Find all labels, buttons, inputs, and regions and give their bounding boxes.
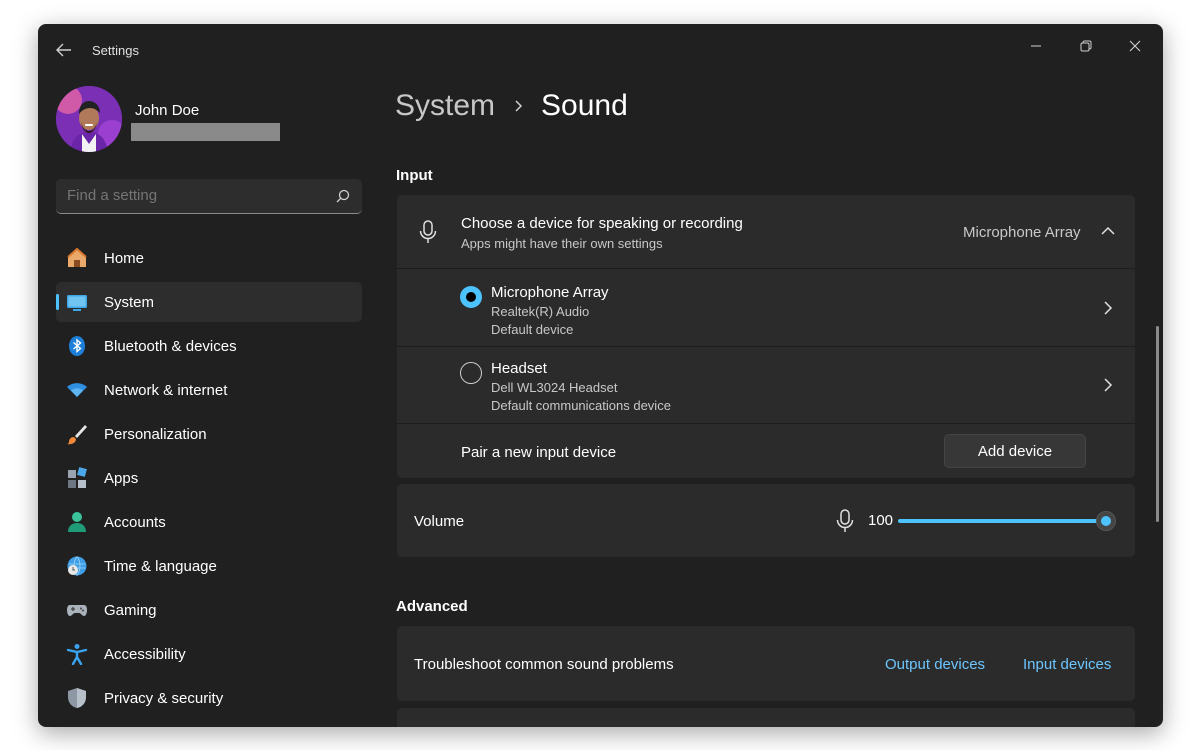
sidebar-item-gaming[interactable]: Gaming <box>56 590 362 630</box>
sidebar-item-label: Accounts <box>104 514 166 531</box>
sidebar-item-label: Apps <box>104 470 139 487</box>
globe-clock-icon <box>67 556 87 576</box>
troubleshoot-card: Troubleshoot common sound problems Outpu… <box>397 626 1135 701</box>
apps-icon <box>68 467 87 488</box>
back-button[interactable] <box>52 38 76 62</box>
advanced-section-title: Advanced <box>396 598 468 615</box>
controller-icon <box>67 605 87 616</box>
pair-device-row: Pair a new input device Add device <box>397 424 1135 478</box>
brush-icon <box>67 425 87 445</box>
chooser-subtitle: Apps might have their own settings <box>461 236 663 251</box>
chevron-right-icon <box>515 100 523 112</box>
volume-card: Volume 100 <box>397 484 1135 557</box>
accessibility-icon <box>66 644 88 665</box>
device-name: Headset <box>491 360 547 377</box>
add-device-button[interactable]: Add device <box>944 434 1086 468</box>
input-device-card: Choose a device for speaking or recordin… <box>397 195 1135 478</box>
sidebar-item-label: Accessibility <box>104 646 186 663</box>
sidebar-item-personalization[interactable]: Personalization <box>56 414 362 454</box>
sidebar-item-label: Gaming <box>104 602 157 619</box>
person-icon <box>68 512 86 532</box>
volume-label: Volume <box>414 513 465 530</box>
troubleshoot-label: Troubleshoot common sound problems <box>414 656 674 673</box>
sidebar-item-accounts[interactable]: Accounts <box>56 502 362 542</box>
search-icon[interactable] <box>336 189 350 203</box>
selected-device-value: Microphone Array <box>963 224 1081 241</box>
radio-button-selected[interactable] <box>460 286 482 308</box>
sidebar-item-privacy[interactable]: Privacy & security <box>56 678 362 718</box>
breadcrumb: System Sound <box>395 86 628 126</box>
search-input[interactable] <box>67 187 317 204</box>
microphone-icon <box>419 220 437 243</box>
sidebar-item-system[interactable]: System <box>56 282 362 322</box>
minimize-icon <box>1031 45 1041 47</box>
shield-icon <box>68 688 86 708</box>
sidebar-item-label: Time & language <box>104 558 217 575</box>
sidebar-item-accessibility[interactable]: Accessibility <box>56 634 362 674</box>
volume-value: 100 <box>868 512 894 529</box>
avatar[interactable] <box>56 86 122 152</box>
user-name: John Doe <box>135 102 200 119</box>
chevron-up-icon[interactable] <box>1101 226 1115 236</box>
chooser-title: Choose a device for speaking or recordin… <box>461 215 743 232</box>
device-option-headset[interactable]: Headset Dell WL3024 Headset Default comm… <box>397 347 1135 423</box>
sidebar-item-label: System <box>104 294 155 311</box>
title-bar: Settings <box>38 24 1163 74</box>
sidebar-item-bluetooth[interactable]: Bluetooth & devices <box>56 326 362 366</box>
sidebar-item-time-language[interactable]: Time & language <box>56 546 362 586</box>
sidebar-item-label: Bluetooth & devices <box>104 338 237 355</box>
microphone-icon[interactable] <box>835 509 855 533</box>
restore-button[interactable] <box>1063 30 1109 62</box>
person-photo-icon <box>56 86 122 152</box>
sidebar-nav: Home System Bluetooth & devices Network … <box>56 238 362 722</box>
home-icon <box>67 247 87 267</box>
pair-label: Pair a new input device <box>461 444 617 461</box>
chevron-right-icon[interactable] <box>1103 378 1113 392</box>
sidebar-item-network[interactable]: Network & internet <box>56 370 362 410</box>
volume-slider-thumb[interactable] <box>1096 511 1116 531</box>
input-devices-link[interactable]: Input devices <box>1023 656 1111 673</box>
breadcrumb-parent[interactable]: System <box>395 89 495 123</box>
minimize-button[interactable] <box>1013 30 1059 62</box>
wifi-icon <box>67 383 87 397</box>
chevron-right-icon[interactable] <box>1103 301 1113 315</box>
sidebar-item-apps[interactable]: Apps <box>56 458 362 498</box>
bluetooth-icon <box>69 336 85 356</box>
volume-slider-track[interactable] <box>898 519 1106 523</box>
next-card-partial <box>397 708 1135 727</box>
sidebar-item-label: Personalization <box>104 426 207 443</box>
sidebar-item-label: Network & internet <box>104 382 228 399</box>
device-name: Microphone Array <box>491 284 609 301</box>
input-device-expander[interactable]: Choose a device for speaking or recordin… <box>397 195 1135 268</box>
device-driver: Dell WL3024 Headset <box>491 380 618 395</box>
user-email-redacted <box>131 123 280 141</box>
output-devices-link[interactable]: Output devices <box>885 656 985 673</box>
app-title: Settings <box>92 43 139 58</box>
back-arrow-icon <box>56 43 71 57</box>
sidebar-item-label: Privacy & security <box>104 690 224 707</box>
close-button[interactable] <box>1112 30 1158 62</box>
restore-icon <box>1080 40 1092 52</box>
settings-window: Settings John Doe Find a setting Home Sy… <box>38 24 1163 727</box>
device-option-microphone-array[interactable]: Microphone Array Realtek(R) Audio Defaul… <box>397 269 1135 346</box>
device-driver: Realtek(R) Audio <box>491 304 590 319</box>
search-box[interactable] <box>56 179 362 214</box>
system-icon <box>67 295 87 311</box>
radio-button-unselected[interactable] <box>460 362 482 384</box>
close-icon <box>1129 40 1141 52</box>
device-role: Default device <box>491 322 574 337</box>
scrollbar[interactable] <box>1156 326 1159 522</box>
device-role: Default communications device <box>491 398 671 413</box>
sidebar-item-label: Home <box>104 250 145 267</box>
page-title: Sound <box>541 89 628 122</box>
input-section-title: Input <box>396 167 433 184</box>
sidebar-item-home[interactable]: Home <box>56 238 362 278</box>
